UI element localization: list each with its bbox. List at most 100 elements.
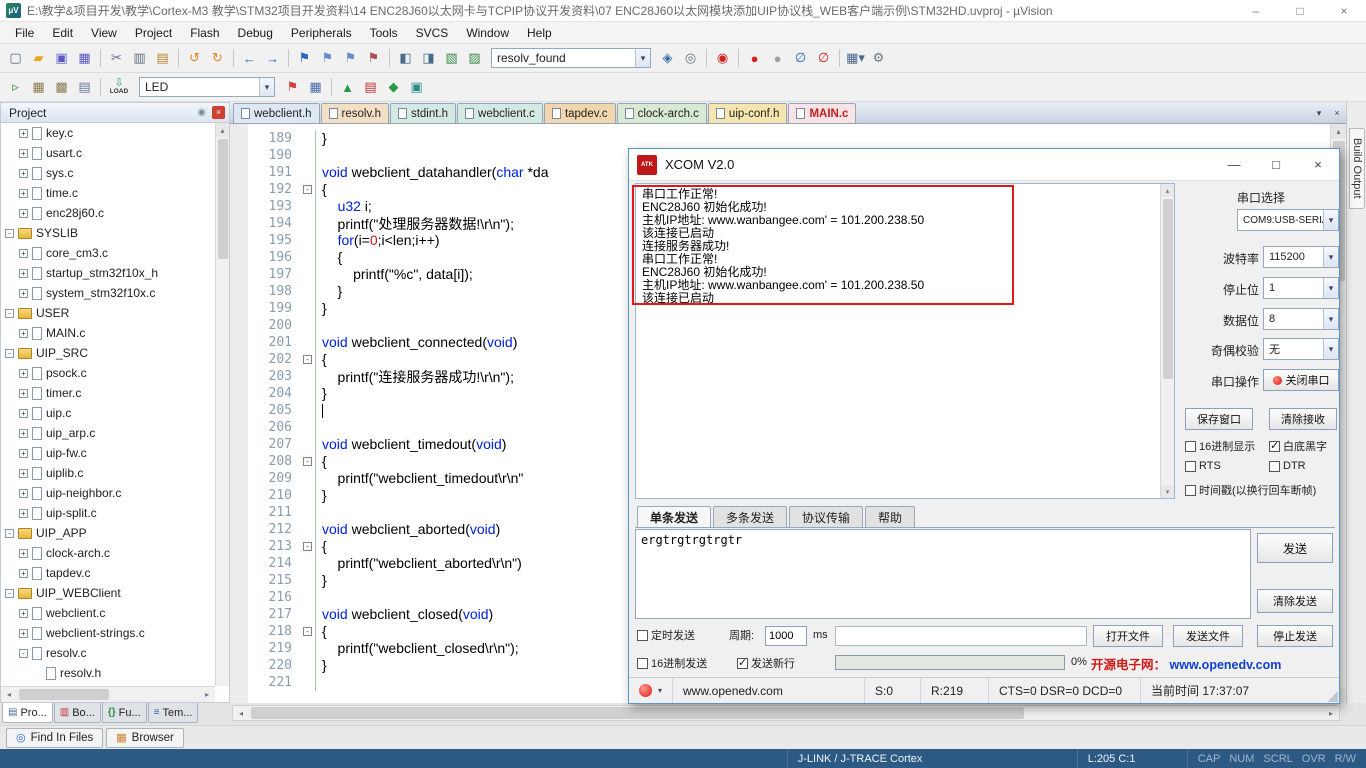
- send-input[interactable]: ergtrgtrgtrgtr: [635, 529, 1251, 619]
- new-file-icon[interactable]: ▢: [4, 48, 27, 69]
- expand-icon[interactable]: +: [19, 428, 28, 438]
- tree-item-user[interactable]: - USER: [1, 303, 215, 323]
- breakpoint-disable-icon[interactable]: ●: [766, 48, 789, 69]
- menu-file[interactable]: File: [6, 24, 43, 42]
- tab-list-button[interactable]: ▾: [1310, 108, 1328, 119]
- scroll-down-icon[interactable]: ▾: [1161, 485, 1174, 498]
- expand-icon[interactable]: +: [19, 188, 28, 198]
- tree-item-uip-webclient[interactable]: - UIP_WEBClient: [1, 583, 215, 603]
- expand-icon[interactable]: +: [19, 148, 28, 158]
- tree-item-clock-arch-c[interactable]: + clock-arch.c: [1, 543, 215, 563]
- expand-icon[interactable]: +: [19, 388, 28, 398]
- tab-tapdev-c[interactable]: tapdev.c: [543, 103, 616, 123]
- breakpoint-disable-all-icon[interactable]: ∅: [789, 48, 812, 69]
- xcom-title-bar[interactable]: ATK XCOM V2.0 — □ ×: [629, 149, 1339, 181]
- options-target-icon[interactable]: ⚑: [281, 77, 304, 98]
- collapse-icon[interactable]: -: [19, 648, 28, 658]
- stopbits-combo[interactable]: 1 ▾: [1263, 277, 1339, 299]
- send-tab-[interactable]: 帮助: [865, 506, 916, 528]
- functions-tab[interactable]: {} Fu...: [101, 703, 147, 723]
- chevron-down-icon[interactable]: ▾: [259, 78, 274, 96]
- tree-item-core-cm3-c[interactable]: + core_cm3.c: [1, 243, 215, 263]
- menu-svcs[interactable]: SVCS: [407, 24, 458, 42]
- close-serial-button[interactable]: 关闭串口: [1263, 369, 1339, 391]
- expand-icon[interactable]: +: [19, 608, 28, 618]
- find-icon[interactable]: ◎: [679, 48, 702, 69]
- dtr-checkbox[interactable]: [1269, 460, 1280, 472]
- tab-webclient-h[interactable]: webclient.h: [233, 103, 320, 123]
- send-tab-[interactable]: 单条发送: [637, 506, 712, 528]
- translate-icon[interactable]: ▹: [4, 77, 27, 98]
- tree-item-webclient-strings-c[interactable]: + webclient-strings.c: [1, 623, 215, 643]
- breakpoint-icon[interactable]: ●: [743, 48, 766, 69]
- tree-item-uip-fw-c[interactable]: + uip-fw.c: [1, 443, 215, 463]
- period-input[interactable]: [765, 626, 807, 646]
- manage-components-icon[interactable]: ▦: [304, 77, 327, 98]
- tree-item-timer-c[interactable]: + timer.c: [1, 383, 215, 403]
- menu-peripherals[interactable]: Peripherals: [282, 24, 361, 42]
- scroll-right-icon[interactable]: ▸: [1323, 709, 1339, 718]
- expand-icon[interactable]: +: [19, 468, 28, 478]
- port-combo[interactable]: COM9:USB-SERIAL ▾: [1237, 209, 1339, 231]
- newline-send-checkbox[interactable]: [737, 656, 748, 669]
- expand-icon[interactable]: +: [19, 568, 28, 578]
- uncomment-icon[interactable]: ▨: [463, 48, 486, 69]
- collapse-icon[interactable]: -: [5, 588, 14, 598]
- menu-project[interactable]: Project: [126, 24, 181, 42]
- configure-icon[interactable]: ⚙: [867, 48, 890, 69]
- tab-clock-arch-c[interactable]: clock-arch.c: [616, 103, 707, 123]
- tree-item-tapdev-c[interactable]: + tapdev.c: [1, 563, 215, 583]
- project-tab[interactable]: ▤ Pro...: [2, 703, 53, 723]
- chevron-down-icon[interactable]: ▾: [1323, 309, 1338, 329]
- serial-output-area[interactable]: 串口工作正常! ENC28J60 初始化成功! 主机IP地址: www.wanban…: [635, 183, 1175, 499]
- chevron-down-icon[interactable]: ▾: [1323, 247, 1338, 267]
- tree-item-main-c[interactable]: + MAIN.c: [1, 323, 215, 343]
- scrollbar-thumb[interactable]: [251, 707, 1025, 719]
- tab-resolv-h[interactable]: resolv.h: [320, 103, 389, 123]
- send-button[interactable]: 发送: [1257, 533, 1333, 563]
- xcom-minimize-button[interactable]: —: [1213, 149, 1255, 181]
- save-all-icon[interactable]: ▦: [73, 48, 96, 69]
- tree-item-uip-neighbor-c[interactable]: + uip-neighbor.c: [1, 483, 215, 503]
- tree-item-uip-src[interactable]: - UIP_SRC: [1, 343, 215, 363]
- redo-icon[interactable]: ↻: [206, 48, 229, 69]
- run-icon[interactable]: ▲: [336, 77, 359, 98]
- tab-close-button[interactable]: ×: [1328, 108, 1346, 118]
- rts-checkbox[interactable]: [1185, 460, 1196, 472]
- expand-icon[interactable]: +: [19, 208, 28, 218]
- maximize-button[interactable]: □: [1278, 0, 1322, 22]
- close-button[interactable]: ×: [1322, 0, 1366, 22]
- cut-icon[interactable]: ✂: [105, 48, 128, 69]
- parity-combo[interactable]: 无 ▾: [1263, 338, 1339, 360]
- find-in-files-tab[interactable]: ◎ Find In Files: [6, 727, 104, 748]
- save-window-button[interactable]: 保存窗口: [1185, 408, 1253, 430]
- target-select-combo[interactable]: LED ▾: [139, 77, 275, 97]
- send-file-path-input[interactable]: [835, 626, 1087, 646]
- resize-grip[interactable]: [1327, 691, 1338, 702]
- tab-stdint-h[interactable]: stdint.h: [389, 103, 457, 123]
- expand-icon[interactable]: +: [19, 488, 28, 498]
- tree-item-time-c[interactable]: + time.c: [1, 183, 215, 203]
- tree-item-uiplib-c[interactable]: + uiplib.c: [1, 463, 215, 483]
- batch-build-icon[interactable]: ▤: [73, 77, 96, 98]
- bookmark-next-icon[interactable]: ⚑: [339, 48, 362, 69]
- expand-icon[interactable]: +: [19, 268, 28, 278]
- scroll-up-icon[interactable]: ▴: [216, 123, 229, 137]
- collapse-icon[interactable]: -: [5, 528, 14, 538]
- tree-item-uip-c[interactable]: + uip.c: [1, 403, 215, 423]
- project-horizontal-scrollbar[interactable]: ◂ ▸: [1, 686, 215, 702]
- tab-main-c[interactable]: MAIN.c: [788, 103, 857, 123]
- minimize-button[interactable]: –: [1234, 0, 1278, 22]
- scrollbar-thumb[interactable]: [218, 139, 228, 259]
- hex-send-checkbox[interactable]: [637, 657, 648, 669]
- tree-item-uip-app[interactable]: - UIP_APP: [1, 523, 215, 543]
- baud-combo[interactable]: 115200 ▾: [1263, 246, 1339, 268]
- menu-debug[interactable]: Debug: [229, 24, 282, 42]
- menu-tools[interactable]: Tools: [361, 24, 407, 42]
- tree-item-enc28j60-c[interactable]: + enc28j60.c: [1, 203, 215, 223]
- copy-icon[interactable]: ▥: [128, 48, 151, 69]
- expand-icon[interactable]: +: [19, 548, 28, 558]
- bookmark-clear-icon[interactable]: ⚑: [362, 48, 385, 69]
- xcom-maximize-button[interactable]: □: [1255, 149, 1297, 181]
- tree-item-sys-c[interactable]: + sys.c: [1, 163, 215, 183]
